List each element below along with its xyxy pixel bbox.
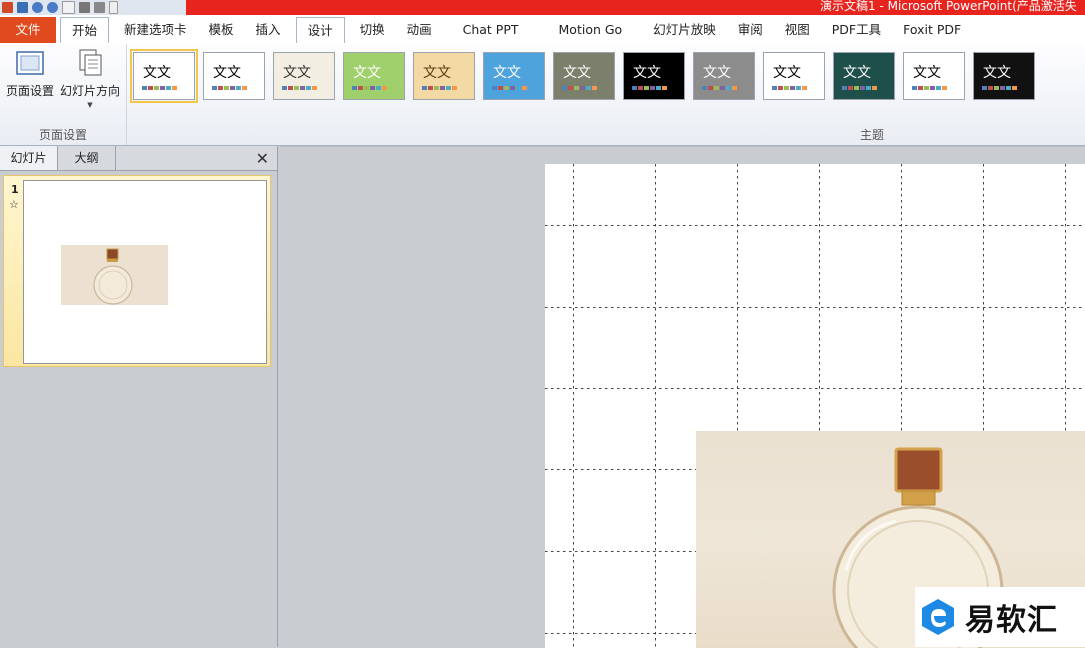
theme-sample-text: 文文 <box>213 65 241 81</box>
theme-color-swatches <box>212 86 247 90</box>
tab-review[interactable]: 审阅 <box>727 17 774 43</box>
theme-thumbnail[interactable]: 文文 <box>763 52 825 100</box>
thumbnail-perfume-image <box>61 245 168 305</box>
theme-sample-text: 文文 <box>143 65 171 81</box>
theme-color-swatches <box>492 86 527 90</box>
theme-color-swatches <box>912 86 947 90</box>
quick-access-toolbar <box>0 0 186 15</box>
theme-color-swatches <box>632 86 667 90</box>
grid-line <box>545 388 1085 389</box>
theme-sample-text: 文文 <box>773 65 801 81</box>
page-setup-group: 页面设置 幻灯片方向 ▼ 页面设置 <box>0 44 127 145</box>
page-setup-label: 页面设置 <box>5 84 54 98</box>
theme-sample-text: 文文 <box>983 65 1011 81</box>
tab-transitions[interactable]: 切换 <box>349 17 396 43</box>
theme-thumbnail[interactable]: 文文 <box>130 49 198 103</box>
redo-icon[interactable] <box>47 2 58 13</box>
new-file-icon[interactable] <box>62 1 75 14</box>
current-slide[interactable] <box>545 164 1085 648</box>
theme-color-swatches <box>352 86 387 90</box>
theme-sample-text: 文文 <box>703 65 731 81</box>
theme-color-swatches <box>842 86 877 90</box>
tab-design[interactable]: 设计 <box>295 16 345 43</box>
watermark-logo: 易软汇 <box>915 587 1085 647</box>
page-setup-button[interactable]: 页面设置 <box>4 48 56 99</box>
theme-sample-text: 文文 <box>423 65 451 81</box>
theme-thumbnail[interactable]: 文文 <box>693 52 755 100</box>
theme-thumbnail[interactable]: 文文 <box>483 52 545 100</box>
page-setup-icon <box>15 48 45 78</box>
slides-panel: 幻灯片 大纲 ✕ 1 ☆ <box>0 146 278 647</box>
slide-orientation-button[interactable]: 幻灯片方向 ▼ <box>58 48 122 109</box>
tab-insert[interactable]: 插入 <box>245 17 292 43</box>
tab-animations[interactable]: 动画 <box>396 17 443 43</box>
theme-thumbnail[interactable]: 文文 <box>413 52 475 100</box>
grid-line <box>573 164 574 648</box>
theme-thumbnail[interactable]: 文文 <box>973 52 1035 100</box>
ribbon: 页面设置 幻灯片方向 ▼ 页面设置 文文 文文 文文 文文 文文 文文 文文 文文 文文 文文 文文… <box>0 44 1085 146</box>
panel-tabs: 幻灯片 大纲 ✕ <box>0 146 277 171</box>
theme-color-swatches <box>562 86 597 90</box>
theme-thumbnail[interactable]: 文文 <box>833 52 895 100</box>
save-icon[interactable] <box>17 2 28 13</box>
theme-color-swatches <box>702 86 737 90</box>
theme-thumbnail[interactable]: 文文 <box>903 52 965 100</box>
tab-slides[interactable]: 幻灯片 <box>0 146 58 170</box>
tab-chat-ppt[interactable]: Chat PPT <box>443 17 539 43</box>
theme-sample-text: 文文 <box>283 65 311 81</box>
tab-foxit-pdf[interactable]: Foxit PDF <box>892 17 972 43</box>
tab-file[interactable]: 文件 <box>0 16 56 43</box>
slide-editing-area <box>280 146 1085 648</box>
theme-color-swatches <box>772 86 807 90</box>
theme-sample-text: 文文 <box>493 65 521 81</box>
theme-thumbnail[interactable]: 文文 <box>203 52 265 100</box>
theme-thumbnail[interactable]: 文文 <box>273 52 335 100</box>
tab-templates[interactable]: 模板 <box>198 17 245 43</box>
window-title: 演示文稿1 - Microsoft PowerPoint(产品激活失 <box>820 0 1077 13</box>
slide-orientation-icon <box>75 48 105 78</box>
grid-line <box>655 164 656 648</box>
chevron-down-icon: ▼ <box>87 101 93 109</box>
tab-view[interactable]: 视图 <box>774 17 821 43</box>
theme-sample-text: 文文 <box>563 65 591 81</box>
slide-thumbnail-item[interactable]: 1 ☆ <box>3 175 271 367</box>
theme-thumbnail[interactable]: 文文 <box>553 52 615 100</box>
tab-outline[interactable]: 大纲 <box>58 146 116 170</box>
customize-toolbar-icon[interactable] <box>109 1 118 14</box>
brand-logo-icon <box>922 599 954 635</box>
theme-color-swatches <box>142 86 177 90</box>
tab-home[interactable]: 开始 <box>60 16 110 43</box>
theme-thumbnail[interactable]: 文文 <box>623 52 685 100</box>
theme-sample-text: 文文 <box>843 65 871 81</box>
print-preview-icon[interactable] <box>94 2 105 13</box>
watermark-text: 易软汇 <box>965 603 1058 638</box>
theme-sample-text: 文文 <box>913 65 941 81</box>
theme-color-swatches <box>282 86 317 90</box>
themes-group-label: 主题 <box>860 128 885 142</box>
grid-line <box>545 225 1085 226</box>
theme-gallery: 文文 文文 文文 文文 文文 文文 文文 文文 文文 文文 文文 文文 文文 <box>130 49 1035 103</box>
theme-color-swatches <box>982 86 1017 90</box>
theme-thumbnail[interactable]: 文文 <box>343 52 405 100</box>
slide-number: 1 <box>11 183 19 196</box>
animation-star-icon: ☆ <box>9 198 19 211</box>
tab-slideshow[interactable]: 幻灯片放映 <box>642 17 727 43</box>
theme-sample-text: 文文 <box>633 65 661 81</box>
page-setup-group-label: 页面设置 <box>38 128 87 142</box>
ribbon-tabs: 文件 开始 新建选项卡 模板 插入 设计 切换 动画 Chat PPT Moti… <box>0 15 1085 44</box>
tab-pdf-tools[interactable]: PDF工具 <box>821 17 892 43</box>
tab-motion-go[interactable]: Motion Go <box>539 17 643 43</box>
theme-sample-text: 文文 <box>353 65 381 81</box>
slide-thumbnail[interactable] <box>23 180 267 364</box>
title-bar: 演示文稿1 - Microsoft PowerPoint(产品激活失 <box>0 0 1085 15</box>
print-icon[interactable] <box>79 2 90 13</box>
close-icon[interactable]: ✕ <box>256 149 269 168</box>
theme-color-swatches <box>422 86 457 90</box>
powerpoint-app-icon[interactable] <box>2 2 13 13</box>
undo-icon[interactable] <box>32 2 43 13</box>
grid-line <box>545 307 1085 308</box>
slide-orientation-label: 幻灯片方向 <box>59 84 120 98</box>
tab-new-tab[interactable]: 新建选项卡 <box>113 17 198 43</box>
